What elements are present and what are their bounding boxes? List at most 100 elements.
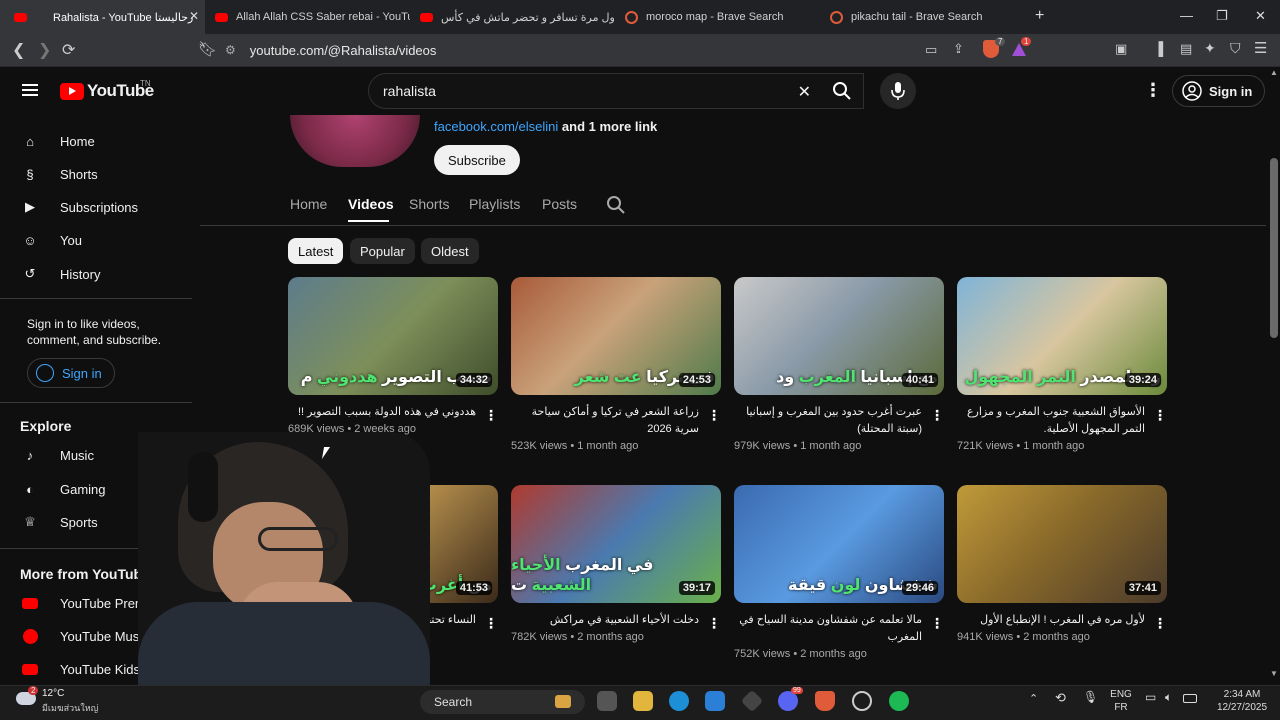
video-more-icon[interactable]: ⋮: [1153, 407, 1167, 424]
channel-link[interactable]: facebook.com/elselini: [434, 119, 558, 134]
new-tab-plus-icon[interactable]: +: [1035, 7, 1044, 25]
sidebar-item-home[interactable]: ⌂ Home: [20, 130, 95, 152]
channel-avatar[interactable]: [290, 115, 420, 167]
video-title[interactable]: زراعة الشعر في تركيا و أماكن سياحة سرية …: [511, 404, 721, 438]
video-card[interactable]: في تركيا عت شعر 24:53 زراعة الشعر في تركي…: [511, 277, 721, 452]
video-title[interactable]: هددوني في هذه الدولة بسبب التصوير !!: [288, 404, 498, 421]
sign-in-button[interactable]: Sign in: [1172, 75, 1266, 107]
tab-shorts[interactable]: Shorts: [409, 196, 449, 212]
settings-dots-icon[interactable]: ⋮: [1144, 80, 1162, 101]
browser-tab[interactable]: moroco map - Brave Search: [615, 0, 820, 34]
cast-icon[interactable]: ▭: [925, 42, 937, 58]
spotify-icon[interactable]: [889, 691, 909, 711]
microphone-tray-icon[interactable]: 🎙︎: [1083, 690, 1098, 704]
video-card[interactable]: رت لمصدر التمر المجهول 39:24 الأسواق الشع…: [957, 277, 1167, 452]
leo-ai-icon[interactable]: ✦: [1204, 40, 1216, 57]
video-card[interactable]: بسبب التصوير هددوني م 34:32 هددوني في هذه…: [288, 277, 498, 435]
tab-playlists[interactable]: Playlists: [469, 196, 520, 212]
share-icon[interactable]: ⇪: [953, 41, 964, 57]
brave-browser-icon[interactable]: [815, 691, 835, 711]
url-field[interactable]: ⚙ youtube.com/@Rahalista/videos: [225, 38, 973, 62]
filter-popular[interactable]: Popular: [350, 238, 415, 264]
search-button[interactable]: [820, 73, 864, 109]
browser-tab[interactable]: pikachu tail - Brave Search: [820, 0, 1025, 34]
tray-chevron-icon[interactable]: ⌃: [1029, 692, 1038, 705]
video-more-icon[interactable]: ⋮: [930, 407, 944, 424]
filter-oldest[interactable]: Oldest: [421, 238, 479, 264]
video-more-icon[interactable]: ⋮: [484, 615, 498, 632]
close-window-icon[interactable]: ✕: [1255, 8, 1266, 24]
video-thumbnail[interactable]: بسبب التصوير هددوني م 34:32: [288, 277, 498, 395]
sidebar-item-subscriptions[interactable]: ▶ Subscriptions: [20, 196, 138, 218]
minimize-icon[interactable]: —: [1180, 8, 1193, 23]
video-more-icon[interactable]: ⋮: [707, 407, 721, 424]
microsoft-store-icon[interactable]: [705, 691, 725, 711]
browser-tab[interactable]: Rahalista - YouTube رحاليستا ✕: [0, 0, 205, 34]
obs-icon[interactable]: [852, 691, 872, 711]
video-card[interactable]: في المغرب الأحياء الشعبية ت 39:17 دخلت الأ…: [511, 485, 721, 643]
sync-icon[interactable]: ⟲: [1055, 690, 1066, 706]
maximize-icon[interactable]: ❐: [1216, 8, 1228, 24]
browser-tab[interactable]: أول مرة تسافر و تحضر ماتش في كأس: [410, 0, 615, 34]
sidebar-sign-in-button[interactable]: Sign in: [27, 358, 115, 388]
voice-search-button[interactable]: [880, 73, 916, 109]
sidebar-item-shorts[interactable]: § Shorts: [20, 163, 97, 185]
weather-widget[interactable]: 2 12°C มีเมฆส่วนใหญ่: [14, 686, 124, 718]
network-icon[interactable]: ▭: [1145, 690, 1156, 704]
video-thumbnail[interactable]: في تركيا عت شعر 24:53: [511, 277, 721, 395]
video-more-icon[interactable]: ⋮: [930, 615, 944, 632]
close-tab-icon[interactable]: ✕: [189, 9, 199, 23]
task-view-icon[interactable]: [597, 691, 617, 711]
taskbar-search[interactable]: Search: [420, 690, 585, 714]
filter-latest[interactable]: Latest: [288, 238, 344, 264]
reader-mode-icon[interactable]: ▣: [1115, 41, 1127, 57]
sidebar-item-music[interactable]: ♪ Music: [20, 444, 94, 466]
video-title[interactable]: الأسواق الشعبية جنوب المغرب و مزارع التم…: [957, 404, 1167, 438]
sidebar-item-youtube-kids[interactable]: YouTube Kids: [20, 658, 140, 680]
tab-home[interactable]: Home: [290, 196, 327, 212]
video-more-icon[interactable]: ⋮: [707, 615, 721, 632]
video-more-icon[interactable]: ⋮: [1153, 615, 1167, 632]
sidebar-item-sports[interactable]: ♕ Sports: [20, 511, 97, 533]
site-info-icon[interactable]: ⚙: [225, 43, 236, 57]
sidebar-toggle-icon[interactable]: ▐: [1154, 41, 1163, 56]
subscribe-button[interactable]: Subscribe: [434, 145, 520, 175]
browser-tab[interactable]: Allah Allah CSS Saber rebai - YouTub: [205, 0, 410, 34]
edge-browser-icon[interactable]: [669, 691, 689, 711]
video-thumbnail[interactable]: مع إسبانيا المغرب ود 40:41: [734, 277, 944, 395]
youtube-logo[interactable]: YouTube TN: [60, 79, 154, 101]
scroll-up-arrow-icon[interactable]: ▲: [1270, 68, 1278, 77]
sidebar-item-youtube-music[interactable]: YouTube Music: [20, 625, 149, 647]
video-thumbnail[interactable]: في المغرب الأحياء الشعبية ت 39:17: [511, 485, 721, 603]
sidebar-item-gaming[interactable]: ◐ Gaming: [20, 478, 105, 500]
video-title[interactable]: مالا تعلمه عن شفشاون مدينة السياح في الم…: [734, 612, 944, 646]
video-thumbnail[interactable]: رت لمصدر التمر المجهول 39:24: [957, 277, 1167, 395]
input-language[interactable]: ENG FR: [1108, 688, 1134, 714]
tab-videos[interactable]: Videos: [348, 196, 394, 212]
video-thumbnail[interactable]: شفشاون لون قيقة29:46: [734, 485, 944, 603]
sidebar-item-youtube-premium[interactable]: YouTube Premiu: [20, 592, 156, 614]
vpn-icon[interactable]: ⛉: [1230, 40, 1241, 57]
forward-arrow-icon[interactable]: ❯: [38, 40, 51, 60]
channel-search-icon[interactable]: [606, 195, 626, 215]
video-thumbnail[interactable]: 37:41: [957, 485, 1167, 603]
reload-icon[interactable]: ⟳: [62, 40, 75, 60]
video-title[interactable]: عبرت أغرب حدود بين المغرب و إسبانيا (سبت…: [734, 404, 944, 438]
wallet-icon[interactable]: ▤: [1180, 41, 1192, 57]
tab-posts[interactable]: Posts: [542, 196, 577, 212]
bookmark-icon[interactable]: 🔖︎: [198, 40, 217, 58]
more-links[interactable]: and 1 more link: [562, 119, 657, 134]
volume-icon[interactable]: 🔈︎: [1165, 690, 1172, 705]
back-arrow-icon[interactable]: ❮: [12, 40, 25, 60]
clear-search-icon[interactable]: ✕: [798, 82, 811, 102]
video-title[interactable]: لأول مره في المغرب ! الإنطباع الأول: [957, 612, 1167, 629]
file-explorer-icon[interactable]: [633, 691, 653, 711]
scroll-down-arrow-icon[interactable]: ▼: [1270, 669, 1278, 678]
sidebar-item-you[interactable]: ☺ You: [20, 229, 82, 251]
hamburger-menu-icon[interactable]: [22, 84, 38, 96]
search-input[interactable]: rahalista ✕: [368, 73, 864, 109]
battery-icon[interactable]: [1183, 694, 1197, 703]
sidebar-item-history[interactable]: ↺ History: [20, 263, 101, 285]
video-title[interactable]: دخلت الأحياء الشعبية في مراكش: [511, 612, 721, 629]
discord-icon[interactable]: [778, 691, 798, 711]
